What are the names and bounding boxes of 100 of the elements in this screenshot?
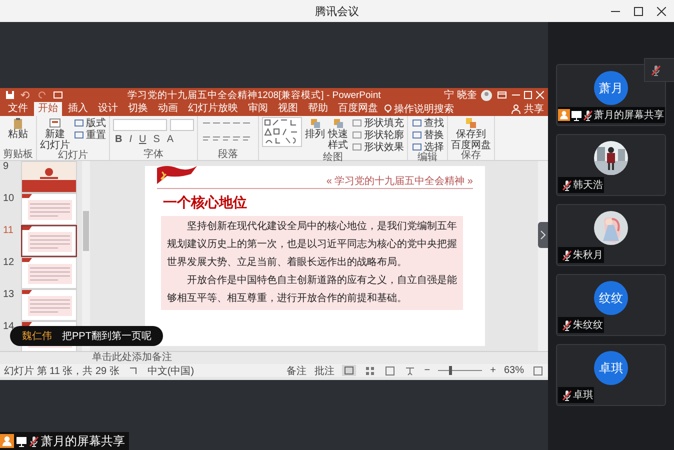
zoom-out-button[interactable]: −	[424, 365, 430, 376]
ribbon-button[interactable]: 替换	[411, 129, 444, 141]
lightbulb-icon	[384, 104, 392, 114]
slider-thumb[interactable]	[449, 366, 452, 375]
ribbon-button[interactable]: 粘贴	[8, 117, 28, 140]
maximize-icon[interactable]	[634, 6, 643, 16]
shape-tool-icon	[332, 117, 344, 129]
slide-thumbnail[interactable]	[21, 225, 77, 257]
tool-icon	[73, 129, 85, 141]
muted-mic-icon	[651, 64, 661, 76]
group-label: 保存	[461, 151, 481, 161]
font-name-field[interactable]	[113, 118, 167, 130]
scrollbar-thumb[interactable]	[83, 211, 89, 251]
undo-icon	[20, 89, 32, 101]
avatar: 萧月	[594, 71, 628, 105]
participant-tile[interactable]: 卓琪 卓琪	[556, 344, 666, 406]
group-label: 幻灯片	[58, 151, 88, 161]
participant-tile[interactable]: 韩天浩	[556, 134, 666, 196]
window-title: 学习党的十九届五中全会精神1208[兼容模式] - PowerPoint	[126, 88, 382, 102]
participant-tile[interactable]: 萧月 萧月的屏幕共享	[556, 64, 666, 126]
zoom-level[interactable]: 63%	[504, 365, 524, 376]
fit-icon	[532, 364, 544, 376]
ribbon-tab[interactable]: 百度网盘	[334, 102, 382, 116]
tool-icon	[73, 117, 85, 129]
format-button[interactable]: B	[113, 134, 124, 145]
slideshow-icon	[52, 89, 64, 101]
format-button[interactable]: A	[164, 134, 176, 145]
ribbon-button[interactable]: 形状效果	[351, 141, 404, 153]
sorter-view-icon	[364, 364, 376, 376]
slide-heading: 一个核心地位	[163, 194, 248, 212]
tool-icon	[411, 141, 423, 153]
participant-tile[interactable]: 朱秋月	[556, 204, 666, 266]
slide-number: 11	[3, 225, 14, 236]
ribbon-button[interactable]: 形状填充	[351, 117, 404, 129]
user-name: 宁 晓奎	[444, 88, 477, 102]
ribbon-tab[interactable]: 审阅	[244, 102, 272, 116]
participant-name: 韩天浩	[573, 178, 603, 192]
collapse-button[interactable]	[538, 222, 548, 248]
group-label: 字体	[144, 150, 164, 160]
ribbon-tab[interactable]: 动画	[154, 102, 182, 116]
slideshow-icon	[404, 364, 416, 376]
screen-share-icon	[16, 436, 27, 446]
reading-view-icon	[384, 364, 396, 376]
slide-number: 12	[3, 257, 16, 268]
person-icon	[0, 434, 14, 448]
notes-button[interactable]: 备注	[286, 364, 306, 378]
person-icon	[558, 109, 570, 121]
participant-name: 朱秋月	[573, 248, 603, 262]
ribbon-tab[interactable]: 文件	[4, 102, 32, 116]
format-button[interactable]: I	[127, 134, 134, 145]
normal-view-icon[interactable]	[342, 365, 356, 376]
ribbon-button[interactable]: 保存到 百度网盘	[451, 117, 491, 151]
ribbon-tab[interactable]: 帮助	[304, 102, 332, 116]
participant-tile[interactable]: 纹纹 朱纹纹	[556, 274, 666, 336]
ribbon-tab[interactable]: 开始	[34, 102, 62, 116]
avatar[interactable]	[481, 90, 492, 100]
slide-number: 14	[3, 321, 16, 332]
slide-header: « 学习党的十九届五中全会精神 »	[326, 174, 473, 188]
chevron-icon	[540, 230, 546, 240]
comments-button[interactable]: 批注	[314, 364, 334, 378]
ribbon-button[interactable]: 版式	[73, 117, 106, 129]
shape-style-icon	[351, 117, 363, 129]
ribbon-button[interactable]: 排列	[305, 117, 325, 140]
ribbon-tab[interactable]: 视图	[274, 102, 302, 116]
ribbon-button[interactable]: 形状轮廓	[351, 129, 404, 141]
ribbon-tab[interactable]: 插入	[64, 102, 92, 116]
stack-icon	[465, 117, 477, 129]
ribbon-button[interactable]: 重置	[73, 129, 106, 141]
clipboard-icon	[12, 117, 24, 129]
slide-info: 幻灯片 第 11 张，共 29 张	[4, 364, 120, 378]
ribbon-display-icon	[496, 89, 508, 101]
group-label: 段落	[218, 150, 238, 160]
format-button[interactable]: S	[151, 134, 162, 145]
language-status[interactable]: 中文(中国)	[147, 364, 194, 378]
slide-number: 9	[3, 161, 10, 172]
shapes-gallery-icon[interactable]	[262, 117, 302, 147]
group-label: 剪贴板	[3, 150, 33, 160]
zoom-in-button[interactable]: +	[490, 365, 496, 376]
ribbon-button[interactable]: 查找	[411, 117, 444, 129]
ribbon-tab[interactable]: 幻灯片放映	[184, 102, 242, 116]
group-label: 绘图	[323, 153, 343, 163]
close-icon[interactable]	[657, 6, 666, 16]
search-field[interactable]: 操作说明搜索	[394, 102, 454, 116]
ribbon-button[interactable]: 快速 样式	[328, 117, 348, 151]
participant-name: 卓琪	[573, 388, 593, 402]
notes-placeholder[interactable]: 单击此处添加备注	[92, 352, 172, 363]
shape-style-icon	[351, 141, 363, 153]
participant-name: 萧月的屏幕共享	[594, 108, 664, 122]
ribbon-tab[interactable]: 设计	[94, 102, 122, 116]
share-button[interactable]: 共享	[510, 102, 544, 116]
tool-icon	[411, 129, 423, 141]
ribbon-tab[interactable]: 切换	[124, 102, 152, 116]
slide-paragraph: 坚持创新在现代化建设全局中的核心地位，是我们党编制五年规划建议历史上的第一次，也是以习近平同志为核心的党中央把握世界发展大势、立足当前、着眼长远作出的战略布局。	[167, 220, 457, 270]
ribbon-button[interactable]: 新建 幻灯片	[40, 117, 70, 151]
font-size-field[interactable]	[170, 118, 194, 130]
participant-name: 朱纹纹	[573, 318, 603, 332]
format-button[interactable]: U	[137, 134, 148, 145]
ribbon-button[interactable]: 选择	[411, 141, 444, 153]
floating-toolbar[interactable]	[644, 58, 674, 82]
group-label: 编辑	[418, 153, 438, 163]
